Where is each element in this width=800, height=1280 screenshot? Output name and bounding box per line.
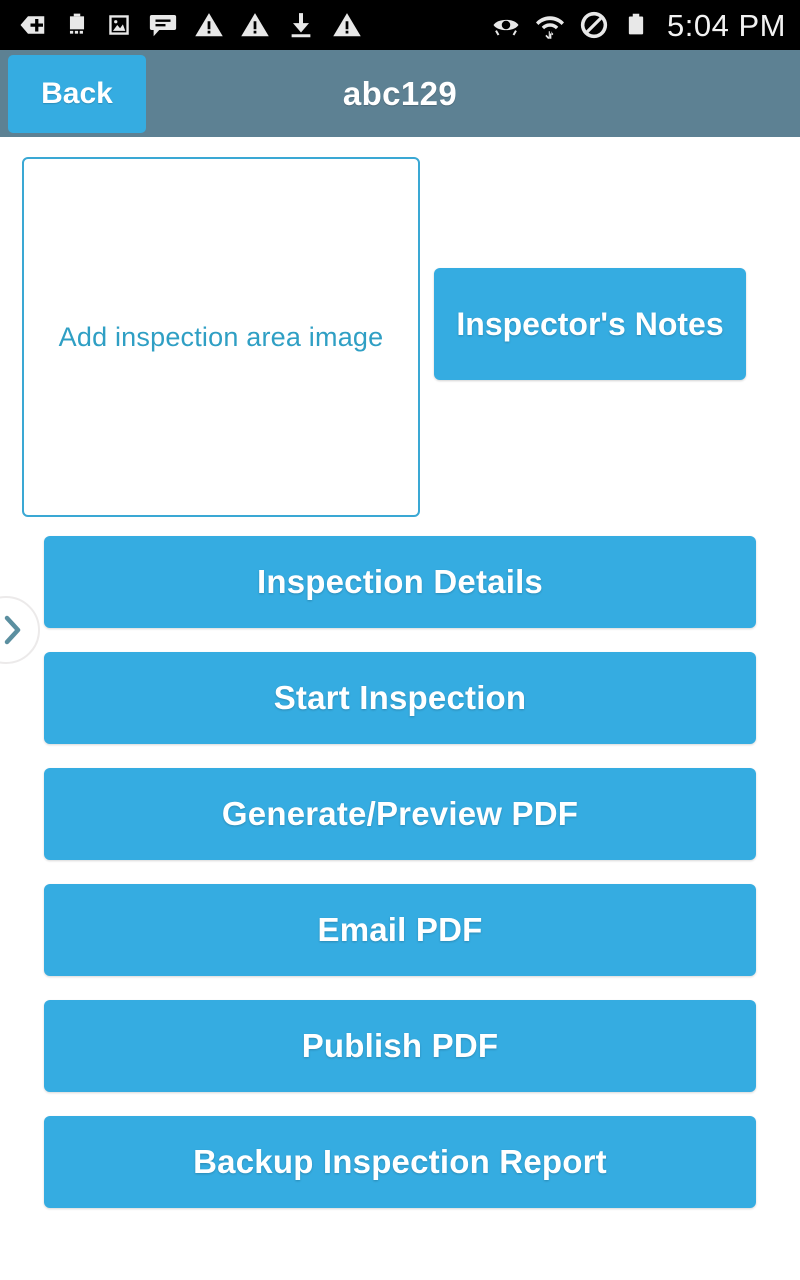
generate-preview-pdf-button[interactable]: Generate/Preview PDF [44,768,756,860]
back-button[interactable]: Back [8,55,146,133]
chevron-right-icon [0,614,24,646]
drawer-open-handle[interactable] [0,596,40,664]
eye-icon [491,10,521,40]
add-inspection-area-image-label: Add inspection area image [58,321,384,352]
warning-icon [332,10,362,40]
wifi-icon [535,10,565,40]
android-status-bar: 5:04 PM [0,0,800,50]
email-pdf-button[interactable]: Email PDF [44,884,756,976]
message-icon [148,10,178,40]
add-inspection-area-image-dropzone[interactable]: Add inspection area image [22,157,420,517]
action-button-list: Inspection Details Start Inspection Gene… [44,536,756,1232]
status-bar-clock: 5:04 PM [667,7,786,43]
battery-saver-icon [64,12,90,38]
backup-inspection-report-button[interactable]: Backup Inspection Report [44,1116,756,1208]
main-content: Add inspection area image Inspector's No… [0,137,800,1280]
status-bar-notification-icons [18,10,362,40]
image-icon [106,12,132,38]
warning-icon [194,10,224,40]
do-not-disturb-icon [579,10,609,40]
inspection-details-button[interactable]: Inspection Details [44,536,756,628]
publish-pdf-button[interactable]: Publish PDF [44,1000,756,1092]
battery-icon [623,12,649,38]
back-arrow-plus-icon [18,10,48,40]
status-bar-system-icons: 5:04 PM [491,10,786,41]
warning-icon [240,10,270,40]
app-header-bar: Back abc129 [0,50,800,137]
download-icon [286,10,316,40]
inspectors-notes-button[interactable]: Inspector's Notes [434,268,746,380]
start-inspection-button[interactable]: Start Inspection [44,652,756,744]
